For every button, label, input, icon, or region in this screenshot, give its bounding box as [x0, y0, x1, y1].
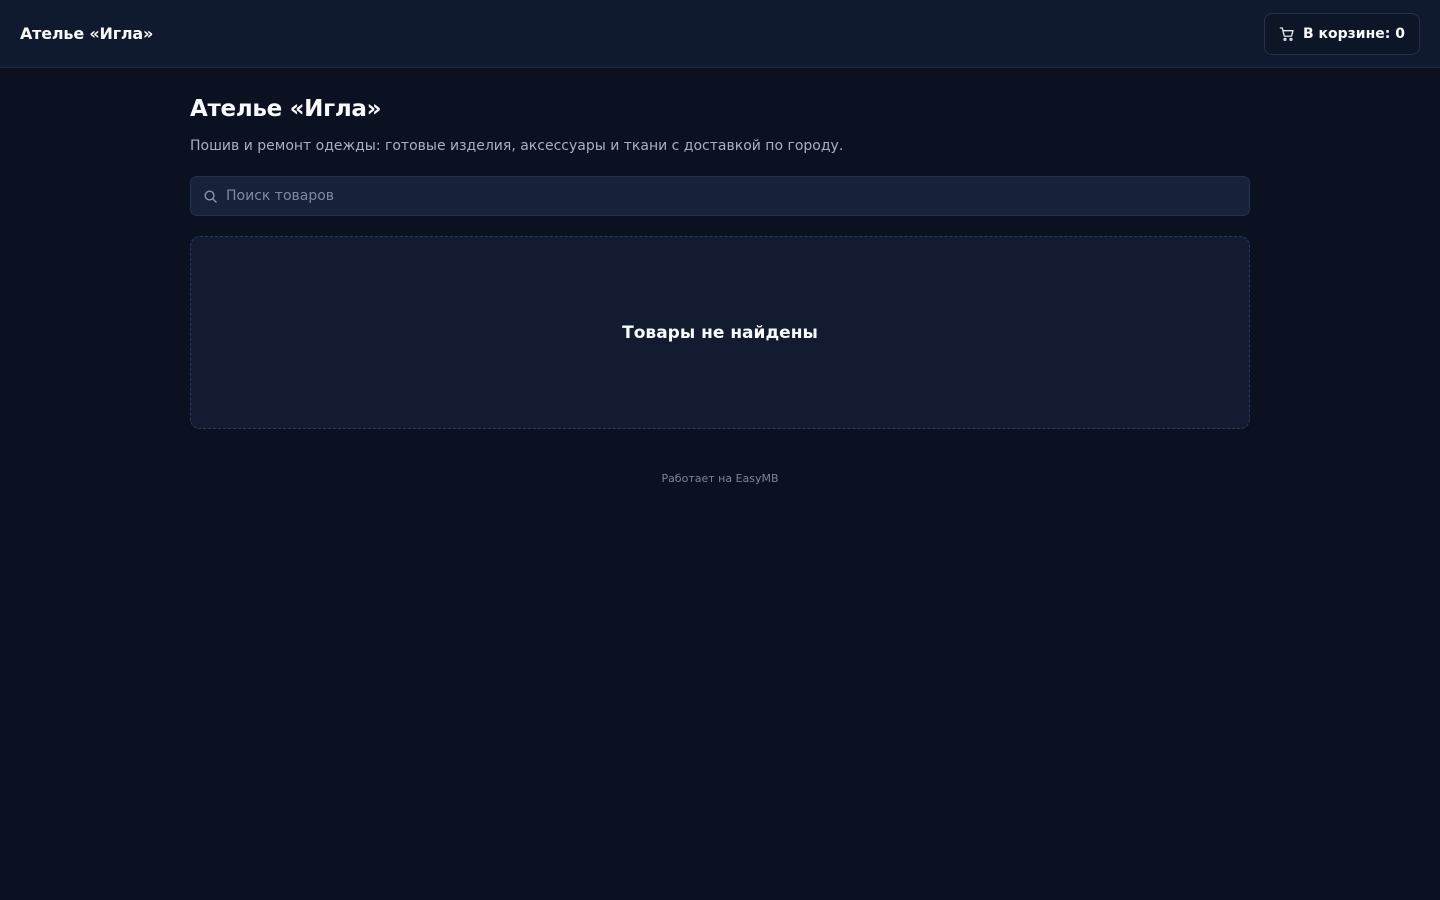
page-subtitle: Пошив и ремонт одежды: готовые изделия, … [190, 138, 844, 154]
brand-name[interactable]: Ателье «Игла» [20, 24, 153, 43]
search-input[interactable] [226, 188, 1237, 204]
empty-state: Товары не найдены [190, 236, 1250, 429]
cart-button[interactable]: В корзине: 0 [1263, 12, 1420, 55]
cart-icon [1279, 26, 1295, 42]
powered-by-text[interactable]: Работает на EasyMB [661, 472, 778, 485]
cart-count-label: В корзине: 0 [1302, 25, 1405, 42]
empty-state-message: Товары не найдены [622, 322, 818, 343]
search-icon [203, 189, 218, 204]
search-box[interactable] [190, 176, 1250, 216]
top-bar: Ателье «Игла» В корзине: 0 [0, 0, 1440, 68]
main-content: Ателье «Игла» Пошив и ремонт одежды: гот… [190, 68, 1250, 485]
page-title: Ателье «Игла» [190, 96, 382, 122]
footer: Работает на EasyMB [190, 472, 1250, 485]
